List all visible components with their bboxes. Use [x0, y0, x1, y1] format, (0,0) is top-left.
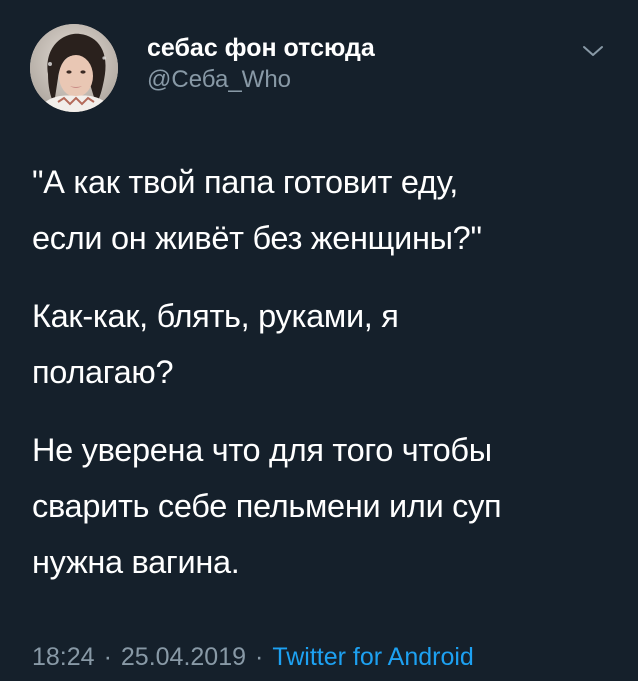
tweet-header: себас фон отсюда @Себа_Who: [30, 24, 616, 114]
profile-photo: [30, 24, 118, 112]
tweet-time[interactable]: 18:24: [32, 643, 95, 671]
tweet-paragraph: Как-как, блять, руками, я полагаю?: [32, 298, 399, 390]
author-handle[interactable]: @Себа_Who: [147, 65, 375, 95]
tweet-source-link[interactable]: Twitter for Android: [272, 643, 473, 671]
avatar[interactable]: [30, 24, 118, 112]
author-display-name[interactable]: себас фон отсюда: [147, 33, 375, 63]
author-names: себас фон отсюда @Себа_Who: [147, 33, 375, 95]
chevron-down-icon[interactable]: [580, 38, 606, 64]
tweet-date[interactable]: 25.04.2019: [121, 643, 246, 671]
tweet-meta: 18:24 · 25.04.2019 · Twitter for Android: [32, 642, 474, 672]
tweet-paragraph: Не уверена что для того чтобы сварить се…: [32, 432, 502, 580]
meta-separator: ·: [255, 643, 264, 671]
tweet-text: "А как твой папа готовит еду, если он жи…: [32, 154, 612, 612]
tweet-card: себас фон отсюда @Себа_Who "А как твой п…: [0, 0, 638, 681]
tweet-paragraph: "А как твой папа готовит еду, если он жи…: [32, 164, 482, 256]
meta-separator: ·: [103, 643, 112, 671]
